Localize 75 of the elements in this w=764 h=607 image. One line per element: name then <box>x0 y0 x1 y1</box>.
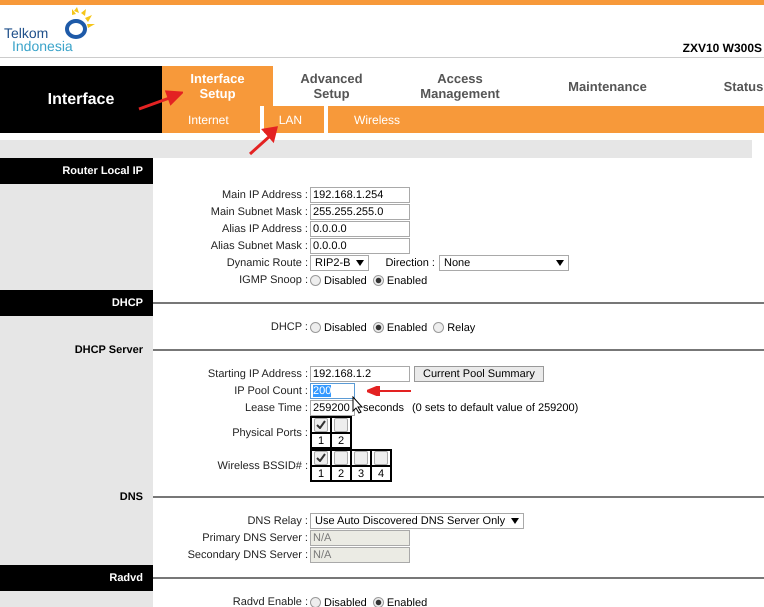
field-label: DHCP : <box>270 320 309 332</box>
port-number: 2 <box>331 433 351 448</box>
radio-button[interactable] <box>372 322 384 333</box>
caret-icon <box>556 260 564 266</box>
logo-text: Telkom <box>4 25 48 41</box>
mouse-cursor-icon <box>352 396 364 414</box>
section-header: DNS <box>0 484 153 510</box>
checkbox[interactable] <box>314 451 328 465</box>
radio-label: Disabled <box>324 596 367 607</box>
field-label: Alias Subnet Mask : <box>210 240 309 252</box>
annotation-arrow <box>367 386 411 396</box>
field-label: Primary DNS Server : <box>201 532 309 544</box>
text-field[interactable]: 192.168.1.254 <box>310 186 410 202</box>
logo-text: Indonesia <box>12 38 73 54</box>
radio-label: Disabled <box>324 274 367 286</box>
hint-text: seconds <box>363 402 404 414</box>
radio-button[interactable] <box>310 275 321 286</box>
model-name: ZXV10 W300S <box>682 41 762 55</box>
checkbox[interactable] <box>354 451 368 465</box>
text-field[interactable]: 0.0.0.0 <box>310 220 410 236</box>
dropdown[interactable]: None <box>439 254 569 270</box>
field-label: Wireless BSSID# : <box>216 460 309 472</box>
checkbox[interactable] <box>334 451 348 465</box>
port-number: 4 <box>371 466 391 481</box>
section-header: Radvd <box>0 565 153 591</box>
text-field[interactable]: 255.255.255.0 <box>310 204 410 220</box>
field-label: Radvd Enable : <box>232 596 309 607</box>
radio-label: Enabled <box>386 322 428 334</box>
field-label: DNS Relay : <box>246 514 309 526</box>
annotation-arrow <box>137 88 183 112</box>
field-label: IGMP Snoop : <box>238 274 309 286</box>
section-header: DHCP Server <box>0 337 153 363</box>
field-label: Starting IP Address : <box>206 368 309 380</box>
dropdown[interactable]: RIP2-B <box>310 254 370 270</box>
radio-button[interactable] <box>372 275 384 286</box>
port-number: 2 <box>331 466 351 481</box>
radio-label: Disabled <box>324 322 367 334</box>
radio-button[interactable] <box>372 597 384 607</box>
radio-label: Enabled <box>386 274 428 286</box>
port-number: 3 <box>351 466 371 481</box>
port-number: 1 <box>311 433 331 448</box>
field-label: Main IP Address : <box>220 188 309 200</box>
checkbox[interactable] <box>374 451 388 465</box>
field-label: Dynamic Route : <box>226 256 309 268</box>
nav-tab[interactable]: Advanced Setup <box>273 66 390 106</box>
radio-label: Enabled <box>386 596 428 607</box>
nav-tab[interactable]: Access Management <box>390 66 530 106</box>
text-field[interactable]: 192.168.1.2 <box>310 366 410 382</box>
radio-button[interactable] <box>433 322 444 333</box>
section-header: DHCP <box>0 290 153 316</box>
radio-label: Relay <box>447 322 476 334</box>
port-number: 1 <box>311 466 331 481</box>
field-label: Secondary DNS Server : <box>186 548 309 560</box>
text-field[interactable]: 259200 <box>310 400 355 416</box>
nav-title: Interface <box>0 66 162 133</box>
checkbox[interactable] <box>314 418 328 432</box>
text-field[interactable]: 0.0.0.0 <box>310 238 410 254</box>
field-label: Lease Time : <box>244 402 309 414</box>
field-label: Alias IP Address : <box>220 222 309 234</box>
nav-tab[interactable]: Status <box>685 66 764 106</box>
caret-icon <box>511 518 520 524</box>
annotation-arrow <box>248 126 278 156</box>
checkbox[interactable] <box>334 418 348 432</box>
field-label: Physical Ports : <box>231 426 309 438</box>
section-header: Router Local IP <box>0 158 153 184</box>
caret-icon <box>356 260 364 266</box>
field-label: Main Subnet Mask : <box>210 206 309 218</box>
field-label: IP Pool Count : <box>233 384 309 396</box>
field-label: Direction : <box>385 256 435 268</box>
pool-summary-button[interactable]: Current Pool Summary <box>414 366 544 382</box>
radio-button[interactable] <box>310 597 321 607</box>
hint-text: (0 sets to default value of 259200) <box>412 402 578 414</box>
radio-button[interactable] <box>310 322 321 333</box>
dropdown[interactable]: Use Auto Discovered DNS Server Only <box>310 512 524 528</box>
nav-tab[interactable]: Maintenance <box>530 66 685 106</box>
